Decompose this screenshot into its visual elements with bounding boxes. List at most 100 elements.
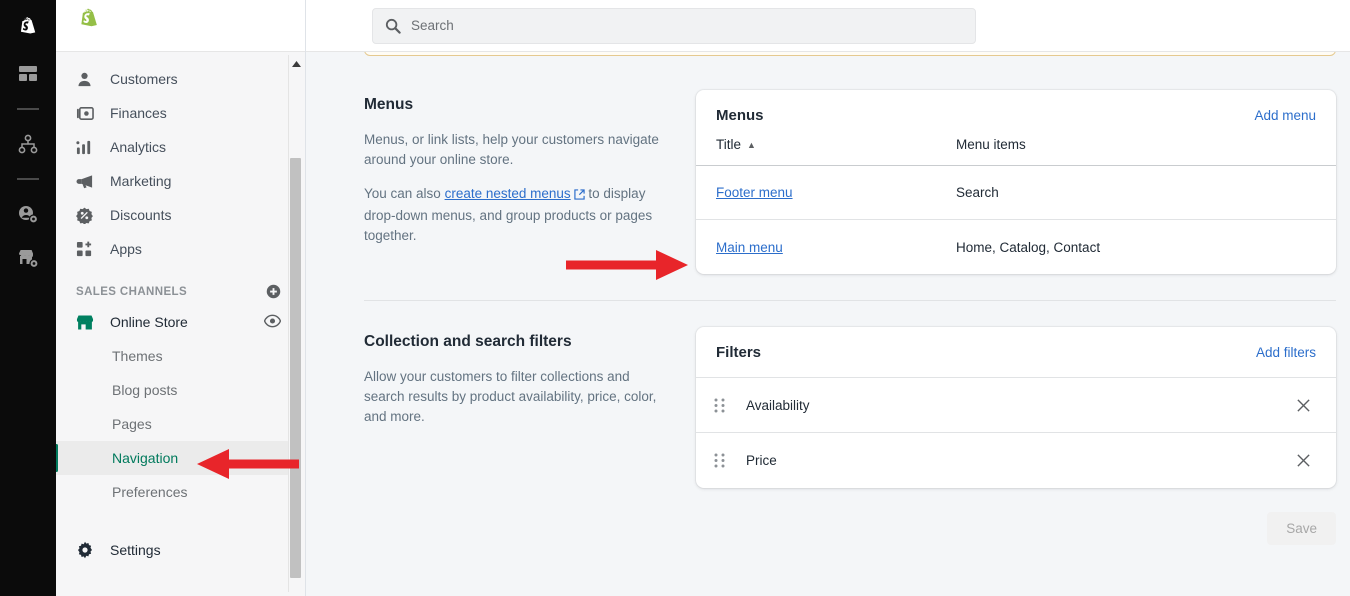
sidebar-item-label: Customers [110,71,178,87]
sidebar-scroll-area: Customers Finances Analytics Marketing D… [56,52,305,596]
scrollbar-thumb[interactable] [290,158,301,578]
sidebar-item-label: Discounts [110,207,172,223]
top-bar [306,0,1350,52]
sidebar-brand-header [56,0,305,52]
sidebar-item-themes[interactable]: Themes [56,339,305,373]
sidebar-item-label: Analytics [110,139,167,155]
rail-divider-2 [17,178,39,180]
user-settings-icon[interactable] [0,192,56,236]
filters-section-title: Collection and search filters [364,333,572,350]
dashboard-grid-icon[interactable] [0,52,56,96]
sidebar-scrollbar[interactable] [288,55,302,592]
sub-item-label: Navigation [112,450,179,466]
menus-paragraph-1: Menus, or link lists, help your customer… [364,132,659,167]
gear-icon [76,541,98,559]
search-icon [385,18,401,34]
shopify-bag-logo-icon[interactable] [0,8,56,52]
section-divider [364,300,1336,301]
rail-divider-1 [17,108,39,110]
global-search[interactable] [372,7,976,44]
caret-up-icon[interactable] [289,57,303,71]
column-header-menu-items: Menu items [956,137,1026,152]
store-settings-icon[interactable] [0,236,56,280]
sort-ascending-icon: ▲ [747,139,756,150]
add-menu-button[interactable]: Add menu [1254,108,1316,123]
sidebar-item-label: Apps [110,241,142,257]
list-item[interactable]: Price [696,433,1336,488]
menus-card-title: Menus [716,107,764,124]
column-header-title[interactable]: Title ▲ [716,137,956,152]
shopify-admin-screen: Customers Finances Analytics Marketing D… [0,0,1350,596]
customers-icon [76,69,98,89]
sidebar-item-online-store[interactable]: Online Store [56,305,305,339]
sidebar-item-preferences[interactable]: Preferences [56,475,305,509]
save-button[interactable]: Save [1267,512,1336,545]
filter-name: Price [746,453,777,468]
marketing-megaphone-icon [76,171,98,191]
collection-filters-section: Collection and search filters Allow your… [306,327,1350,488]
sales-channels-label: SALES CHANNELS [76,285,188,298]
filter-name: Availability [746,397,810,413]
filters-card-wrap: Filters Add filters Availability Price [696,327,1336,488]
plus-circle-icon[interactable] [266,284,281,299]
sub-item-label: Blog posts [112,382,178,398]
sidebar-item-pages[interactable]: Pages [56,407,305,441]
sidebar-item-navigation[interactable]: Navigation [56,441,291,475]
menus-card-header: Menus Add menu [696,90,1336,137]
online-store-sub-nav: Themes Blog posts Pages Navigation Prefe… [56,339,305,509]
table-row[interactable]: Footer menu Search [696,166,1336,220]
sidebar-item-analytics[interactable]: Analytics [56,130,305,164]
sidebar-primary-nav: Customers Finances Analytics Marketing D… [56,52,305,266]
sub-item-label: Preferences [112,484,188,500]
global-icon-rail [0,0,56,596]
sidebar-item-customers[interactable]: Customers [56,62,305,96]
sidebar-item-label: Marketing [110,173,172,189]
sitemap-hierarchy-icon[interactable] [0,122,56,166]
menus-card-wrap: Menus Add menu Title ▲ Menu items Footer… [696,90,1336,274]
menus-description: Menus Menus, or link lists, help your cu… [364,90,696,260]
menu-link-main-menu[interactable]: Main menu [716,240,783,255]
filters-paragraph: Allow your customers to filter collectio… [364,369,657,424]
finances-icon [76,103,98,123]
shopify-logo-green-icon[interactable] [76,8,102,43]
sub-item-label: Themes [112,348,163,364]
sidebar-item-blog-posts[interactable]: Blog posts [56,373,305,407]
online-store-label: Online Store [110,314,188,330]
menus-card: Menus Add menu Title ▲ Menu items Footer… [696,90,1336,274]
search-input[interactable] [411,18,963,33]
filters-card: Filters Add filters Availability Price [696,327,1336,488]
filters-description: Collection and search filters Allow your… [364,327,696,441]
menus-section-title: Menus [364,96,414,113]
apps-grid-plus-icon [76,239,98,259]
sidebar-item-finances[interactable]: Finances [56,96,305,130]
storefront-icon [76,314,98,331]
sidebar-item-settings[interactable]: Settings [56,533,305,567]
menus-paragraph-2-pre: You can also [364,186,445,201]
sidebar-item-label: Finances [110,105,167,121]
sales-channels-section-header: SALES CHANNELS [56,266,305,305]
menu-link-footer-menu[interactable]: Footer menu [716,185,793,200]
menu-items-cell: Search [956,185,999,200]
column-header-title-label: Title [716,137,742,152]
list-item[interactable]: Availability [696,378,1336,433]
close-icon[interactable] [1290,453,1316,468]
add-filters-button[interactable]: Add filters [1256,345,1316,360]
close-icon[interactable] [1290,398,1316,413]
settings-label: Settings [110,542,161,558]
drag-handle-icon[interactable] [714,398,740,413]
eye-icon[interactable] [263,314,282,331]
menus-section: Menus Menus, or link lists, help your cu… [306,90,1350,274]
table-row[interactable]: Main menu Home, Catalog, Contact [696,220,1336,274]
sub-item-label: Pages [112,416,152,432]
sidebar-item-apps[interactable]: Apps [56,232,305,266]
discounts-tag-icon [76,205,98,225]
sidebar-item-marketing[interactable]: Marketing [56,164,305,198]
external-link-icon[interactable] [573,186,585,206]
admin-sidebar: Customers Finances Analytics Marketing D… [56,0,306,596]
filters-card-title: Filters [716,344,762,361]
menus-table-header: Title ▲ Menu items [696,137,1336,166]
sidebar-item-discounts[interactable]: Discounts [56,198,305,232]
main-content: Menus Menus, or link lists, help your cu… [306,52,1350,596]
create-nested-menus-link[interactable]: create nested menus [445,186,571,201]
drag-handle-icon[interactable] [714,453,740,468]
